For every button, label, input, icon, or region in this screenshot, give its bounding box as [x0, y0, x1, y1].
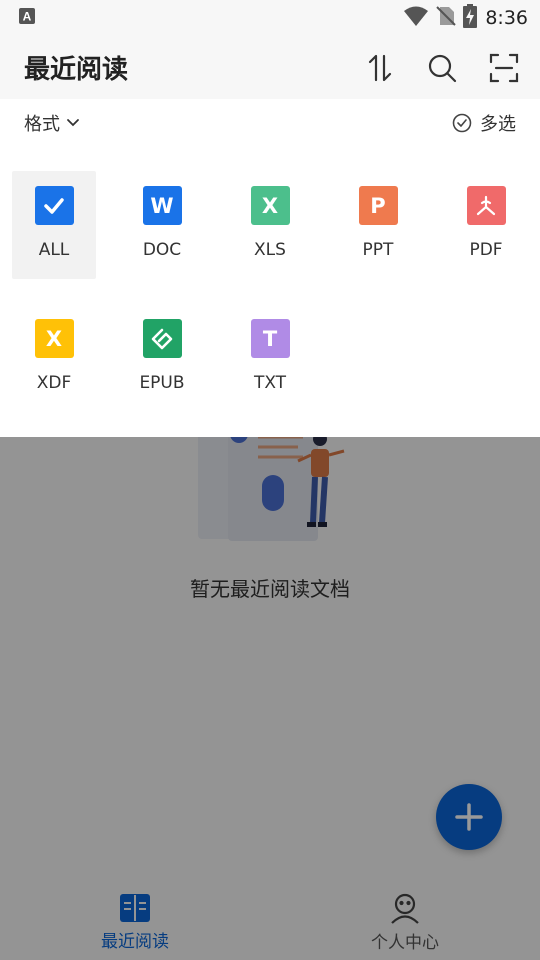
- wifi-icon: [403, 5, 429, 31]
- page-title: 最近阅读: [24, 55, 129, 85]
- format-tile-xdf[interactable]: X XDF: [12, 304, 96, 412]
- format-label-xdf: XDF: [36, 373, 72, 393]
- multi-select-label: 多选: [480, 114, 516, 135]
- no-sim-icon: [435, 5, 457, 31]
- scan-icon[interactable]: [484, 48, 524, 88]
- format-tile-all[interactable]: ALL: [12, 171, 96, 279]
- format-filter-panel: 格式 多选 ALL W DOC X XLS P PPT PDF X XDF EP…: [0, 99, 540, 437]
- format-label-epub: EPUB: [139, 373, 185, 393]
- format-tile-txt[interactable]: T TXT: [228, 304, 312, 412]
- format-tile-epub[interactable]: EPUB: [120, 304, 204, 412]
- status-bar: A 8:36: [0, 0, 540, 36]
- font-icon: A: [18, 7, 36, 29]
- multi-select-button[interactable]: 多选: [452, 110, 516, 136]
- format-label: 格式: [24, 114, 60, 135]
- search-icon[interactable]: [422, 48, 462, 88]
- epub-icon: [142, 319, 182, 358]
- sort-icon[interactable]: [360, 48, 400, 88]
- word-icon: W: [142, 186, 182, 225]
- app-bar: 最近阅读: [0, 36, 540, 99]
- battery-charging-icon: [463, 4, 478, 32]
- xdf-icon: X: [34, 319, 74, 358]
- format-tile-xls[interactable]: X XLS: [228, 171, 312, 279]
- format-tile-pdf[interactable]: PDF: [444, 171, 528, 279]
- format-tile-ppt[interactable]: P PPT: [336, 171, 420, 279]
- check-circle-icon: [452, 113, 472, 133]
- chevron-down-icon: [67, 119, 79, 127]
- format-label-ppt: PPT: [362, 240, 394, 260]
- excel-icon: X: [250, 186, 290, 225]
- pdf-icon: [466, 186, 506, 225]
- format-label-all: ALL: [38, 240, 70, 260]
- format-dropdown[interactable]: 格式: [24, 110, 80, 136]
- format-label-txt: TXT: [253, 373, 287, 393]
- format-label-doc: DOC: [142, 240, 182, 260]
- svg-text:A: A: [23, 10, 32, 24]
- status-time: 8:36: [485, 7, 528, 29]
- powerpoint-icon: P: [358, 186, 398, 225]
- check-icon: [34, 186, 74, 225]
- txt-icon: T: [250, 319, 290, 358]
- format-tile-doc[interactable]: W DOC: [120, 171, 204, 279]
- format-label-xls: XLS: [254, 240, 286, 260]
- format-label-pdf: PDF: [469, 240, 503, 260]
